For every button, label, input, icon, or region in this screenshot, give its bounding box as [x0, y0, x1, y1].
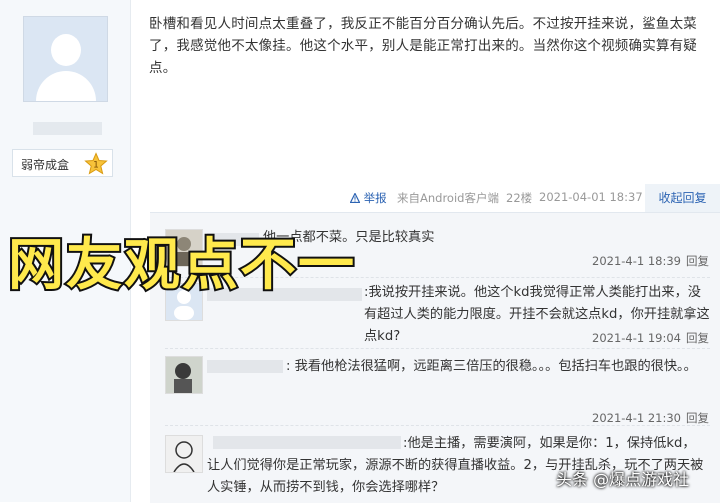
reply-button[interactable]: 回复 [686, 411, 709, 425]
reply-username-blurred[interactable] [207, 360, 283, 373]
rank-label: 弱帝成盒 [21, 158, 70, 172]
report-label[interactable]: 举报 [364, 191, 387, 205]
post-date: 2021-04-01 18:37 [539, 190, 643, 204]
reply-divider [165, 348, 710, 349]
warning-icon [350, 193, 360, 203]
watermark: 头条 @爆点游戏社 [556, 470, 690, 489]
overlay-caption: 网友观点不一 [6, 231, 356, 300]
reply-meta: 2021-4-1 18:39 回复 [592, 253, 709, 269]
rank-level: 1 [93, 161, 99, 171]
reply-avatar[interactable] [165, 356, 203, 394]
reply-button[interactable]: 回复 [686, 254, 709, 268]
rank-star-icon: 1 [84, 152, 108, 175]
reply-avatar-image [166, 357, 202, 393]
avatar-body-shape [36, 71, 96, 101]
username-blurred[interactable] [33, 122, 102, 135]
reply-time: 2021-4-1 19:04 [592, 331, 681, 345]
reply-meta: 2021-4-1 19:04 回复 [592, 330, 709, 346]
avatar-head-shape [51, 34, 81, 66]
reply-divider [165, 425, 710, 426]
user-rank-badge: 弱帝成盒 1 [12, 149, 113, 177]
post-content: 卧槽和看见人时间点太重叠了，我反正不能百分百分确认先后。不过按开挂来说，鲨鱼太菜… [149, 16, 697, 76]
collapse-replies-button[interactable]: 收起回复 [645, 184, 720, 212]
reply-button[interactable]: 回复 [686, 331, 709, 345]
reply-text: : 我看他枪法很猛啊，远距离三倍压的很稳。。。包括扫车也跟的很快。。 [286, 359, 697, 374]
reply-time: 2021-4-1 21:30 [592, 411, 681, 425]
report-link[interactable]: 举报 [350, 190, 387, 208]
post-source: 来自Android客户端 [397, 191, 499, 205]
reply-avatar[interactable] [165, 435, 203, 473]
reply-meta: 2021-4-1 21:30 回复 [592, 410, 709, 426]
reply-avatar-image [166, 436, 202, 472]
reply-time: 2021-4-1 18:39 [592, 254, 681, 268]
user-avatar[interactable] [23, 16, 108, 102]
post-floor: 22楼 [506, 191, 533, 205]
